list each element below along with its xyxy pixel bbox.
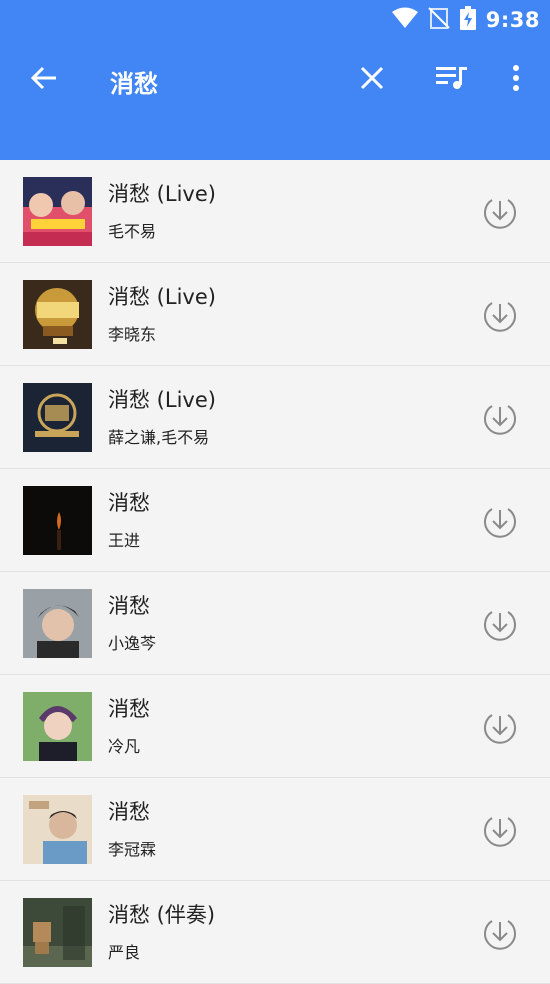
song-row[interactable]: 消愁 (Live) 薛之谦,毛不易 <box>0 366 550 469</box>
song-artist: 李晓东 <box>108 325 157 344</box>
download-circle-icon <box>482 611 518 646</box>
download-button[interactable] <box>482 297 518 333</box>
no-signal-icon <box>428 7 450 33</box>
song-artist: 毛不易 <box>108 222 157 241</box>
download-button[interactable] <box>482 503 518 539</box>
song-artist: 冷凡 <box>108 737 141 756</box>
download-circle-icon <box>482 920 518 955</box>
wifi-icon <box>391 7 418 33</box>
download-circle-icon <box>482 714 518 749</box>
album-cover <box>23 177 92 246</box>
song-title: 消愁 <box>108 594 150 618</box>
download-button[interactable] <box>482 606 518 642</box>
song-artist: 小逸芩 <box>108 634 157 653</box>
song-artist: 薛之谦,毛不易 <box>108 428 210 447</box>
song-title: 消愁 <box>108 697 150 721</box>
status-icons: 9:38 <box>391 6 540 34</box>
arrow-left-icon <box>30 64 58 96</box>
status-bar: 9:38 <box>0 0 550 40</box>
status-time: 9:38 <box>485 8 540 32</box>
song-artist: 严良 <box>108 943 141 962</box>
playlist-music-icon <box>436 65 468 95</box>
play-queue-button[interactable] <box>430 60 474 100</box>
download-button[interactable] <box>482 400 518 436</box>
song-row[interactable]: 消愁 小逸芩 <box>0 572 550 675</box>
song-title: 消愁 (Live) <box>108 182 216 206</box>
song-title: 消愁 (Live) <box>108 388 216 412</box>
clear-search-button[interactable] <box>352 60 392 100</box>
download-circle-icon <box>482 302 518 337</box>
download-button[interactable] <box>482 812 518 848</box>
album-cover <box>23 795 92 864</box>
close-icon <box>360 66 384 94</box>
song-row[interactable]: 消愁 李冠霖 <box>0 778 550 881</box>
app-bar: 消愁 <box>0 40 550 160</box>
download-button[interactable] <box>482 709 518 745</box>
song-row[interactable]: 消愁 (伴奏) 严良 <box>0 881 550 984</box>
more-vertical-icon <box>512 65 520 95</box>
battery-charging-icon <box>459 6 476 34</box>
download-circle-icon <box>482 817 518 852</box>
album-cover <box>23 898 92 967</box>
song-title: 消愁 <box>108 800 150 824</box>
album-cover <box>23 383 92 452</box>
search-query-title: 消愁 <box>110 70 158 98</box>
album-cover <box>23 589 92 658</box>
album-cover <box>23 692 92 761</box>
song-artist: 李冠霖 <box>108 840 157 859</box>
song-row[interactable]: 消愁 (Live) 李晓东 <box>0 263 550 366</box>
download-circle-icon <box>482 405 518 440</box>
song-list: 消愁 (Live) 毛不易 消愁 (Live) 李晓东 消愁 (Live) 薛之… <box>0 160 550 984</box>
more-options-button[interactable] <box>496 60 536 100</box>
back-button[interactable] <box>24 60 64 100</box>
download-button[interactable] <box>482 194 518 230</box>
song-row[interactable]: 消愁 冷凡 <box>0 675 550 778</box>
download-button[interactable] <box>482 915 518 951</box>
song-artist: 王进 <box>108 531 141 550</box>
download-circle-icon <box>482 199 518 234</box>
download-circle-icon <box>482 508 518 543</box>
song-title: 消愁 (Live) <box>108 285 216 309</box>
song-title: 消愁 <box>108 491 150 515</box>
song-row[interactable]: 消愁 王进 <box>0 469 550 572</box>
song-title: 消愁 (伴奏) <box>108 903 216 927</box>
album-cover <box>23 280 92 349</box>
song-row[interactable]: 消愁 (Live) 毛不易 <box>0 160 550 263</box>
album-cover <box>23 486 92 555</box>
